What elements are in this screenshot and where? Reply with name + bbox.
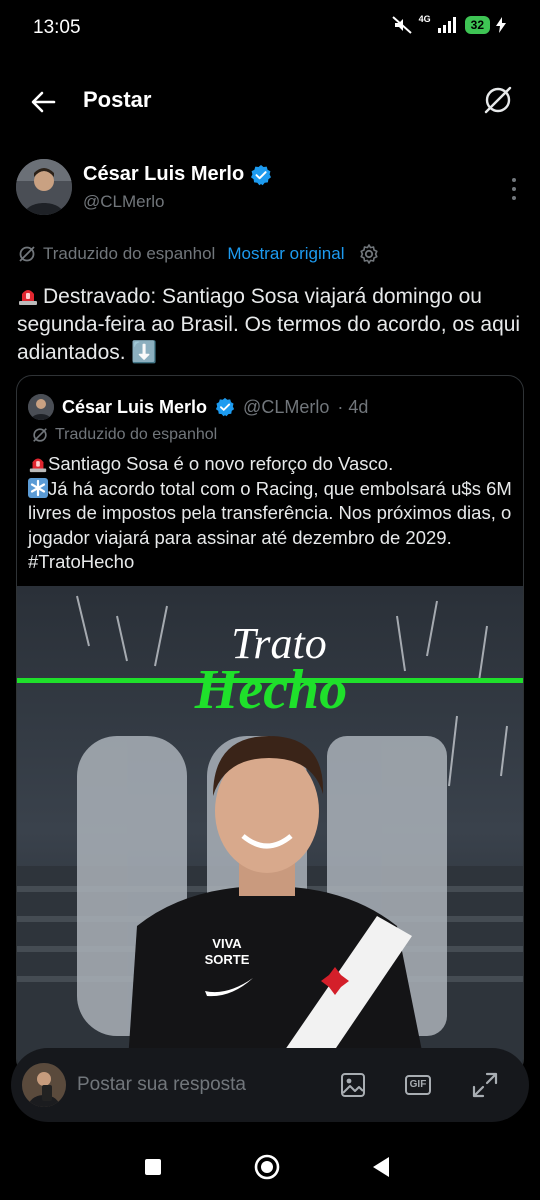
translated-label: Traduzido do espanhol — [43, 244, 216, 263]
quoted-text-line-1: Santiago Sosa é o novo reforço do Vasco. — [48, 453, 394, 474]
gif-label: GIF — [404, 1075, 432, 1095]
quoted-post-header: César Luis Merlo @CLMerlo · 4d — [28, 394, 368, 420]
reply-input[interactable]: Postar sua resposta — [77, 1074, 246, 1096]
translation-info: Traduzido do espanhol Mostrar original — [17, 243, 380, 265]
arrow-left-icon[interactable] — [26, 84, 62, 120]
battery-indicator: 32 — [464, 16, 490, 34]
image-headline-2: Hecho — [194, 659, 347, 721]
author-name-text: César Luis Merlo — [83, 163, 245, 185]
post-text: Destravado: Santiago Sosa viajará doming… — [17, 283, 527, 367]
translate-icon — [19, 246, 35, 262]
mute-icon — [391, 16, 412, 34]
author-avatar[interactable] — [16, 159, 72, 215]
gif-icon[interactable]: GIF — [403, 1070, 433, 1100]
more-options-icon[interactable] — [510, 178, 518, 200]
status-time: 13:05 — [33, 17, 81, 38]
status-icons: 4G 32 — [391, 13, 506, 35]
grok-icon[interactable] — [480, 82, 516, 118]
verified-badge-icon — [251, 164, 272, 185]
author-handle[interactable]: @CLMerlo — [83, 192, 165, 212]
quoted-text-line-2: Já há acordo total com o Racing, que emb… — [28, 477, 512, 573]
show-original-link[interactable]: Mostrar original — [227, 244, 344, 264]
reply-composer[interactable]: Postar sua resposta GIF — [11, 1048, 529, 1122]
quoted-post-text: Santiago Sosa é o novo reforço do Vasco.… — [28, 452, 518, 575]
user-avatar — [22, 1063, 66, 1107]
post-text-body: Destravado: Santiago Sosa viajará doming… — [17, 285, 521, 364]
system-nav-bar — [0, 1130, 540, 1200]
author-name[interactable]: César Luis Merlo — [83, 163, 272, 186]
quoted-post[interactable]: César Luis Merlo @CLMerlo · 4d Traduzido… — [16, 375, 524, 1075]
image-sponsor-2: SORTE — [205, 952, 250, 967]
top-bar: Postar — [0, 72, 540, 128]
charging-icon — [496, 17, 506, 33]
back-nav-icon[interactable] — [367, 1152, 397, 1182]
image-icon[interactable] — [338, 1070, 368, 1100]
quoted-post-time: · 4d — [337, 396, 369, 417]
signal-icon — [437, 17, 456, 33]
quoted-author-handle: @CLMerlo — [243, 396, 330, 417]
quoted-author-name: César Luis Merlo — [62, 396, 208, 417]
verified-badge-icon — [215, 397, 235, 417]
quoted-translated-label: Traduzido do espanhol — [55, 426, 218, 443]
quoted-post-image[interactable]: VIVA SORTE Trato Hecho — [17, 586, 523, 1074]
siren-emoji-icon — [19, 290, 37, 305]
status-bar: 13:05 4G 32 — [0, 0, 540, 56]
translate-icon — [33, 428, 47, 442]
quoted-translation-info: Traduzido do espanhol — [31, 426, 217, 444]
settings-gear-icon[interactable] — [358, 243, 380, 265]
siren-emoji-icon — [29, 458, 47, 473]
network-type-icon: 4G — [418, 13, 431, 24]
asterisk-emoji-icon — [28, 477, 48, 498]
expand-icon[interactable] — [470, 1070, 500, 1100]
recents-icon[interactable] — [138, 1152, 168, 1182]
page-title: Postar — [83, 87, 152, 112]
image-sponsor-1: VIVA — [212, 936, 242, 951]
quoted-author-avatar — [28, 394, 54, 420]
home-icon[interactable] — [252, 1152, 282, 1182]
